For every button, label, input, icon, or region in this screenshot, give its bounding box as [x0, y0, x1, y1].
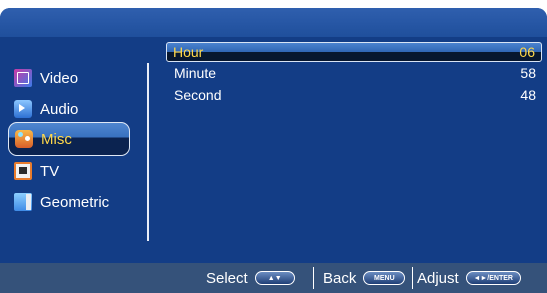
sidebar-item-label: TV: [40, 162, 60, 180]
video-icon: [14, 69, 32, 87]
left-right-enter-key-icon: ◄►/ENTER: [465, 271, 521, 285]
settings-osd-panel: Video Audio Misc TV Geometric Hour 06 Mi…: [0, 8, 547, 293]
setting-row-second[interactable]: Second 48: [170, 86, 540, 104]
back-help: Back MENU: [323, 269, 406, 287]
adjust-label: Adjust: [417, 269, 459, 287]
setting-label: Hour: [173, 44, 204, 60]
sidebar-item-label: Misc: [41, 130, 72, 148]
setting-value: 48: [520, 87, 536, 103]
setting-label: Second: [174, 87, 222, 103]
audio-icon: [14, 100, 32, 118]
sidebar-item-tv[interactable]: TV: [14, 159, 59, 183]
footer-separator: [313, 267, 314, 289]
sidebar-item-misc[interactable]: Misc: [8, 122, 130, 156]
misc-icon: [15, 130, 33, 148]
back-label: Back: [323, 269, 357, 287]
sidebar-item-label: Video: [40, 69, 79, 87]
geometric-icon: [14, 193, 32, 211]
vertical-divider: [147, 63, 149, 241]
up-down-key-icon: ▲▼: [254, 271, 295, 285]
sidebar-item-label: Geometric: [40, 193, 110, 211]
adjust-help: Adjust ◄►/ENTER: [417, 269, 521, 287]
setting-label: Minute: [174, 65, 217, 81]
tv-icon: [14, 162, 32, 180]
sidebar-item-video[interactable]: Video: [14, 66, 78, 90]
sidebar-item-label: Audio: [40, 100, 79, 118]
select-label: Select: [206, 269, 248, 287]
title-bar: [0, 8, 547, 37]
menu-key-icon: MENU: [363, 271, 406, 285]
setting-row-hour[interactable]: Hour 06: [166, 42, 542, 62]
footer-help-bar: Select ▲▼ Back MENU Adjust ◄►/ENTER: [0, 263, 547, 293]
setting-value: 06: [519, 44, 535, 60]
sidebar-item-audio[interactable]: Audio: [14, 97, 78, 121]
setting-row-minute[interactable]: Minute 58: [170, 64, 540, 82]
footer-separator: [412, 267, 413, 289]
sidebar-item-geometric[interactable]: Geometric: [14, 190, 109, 214]
setting-value: 58: [520, 65, 536, 81]
select-help: Select ▲▼: [206, 269, 295, 287]
